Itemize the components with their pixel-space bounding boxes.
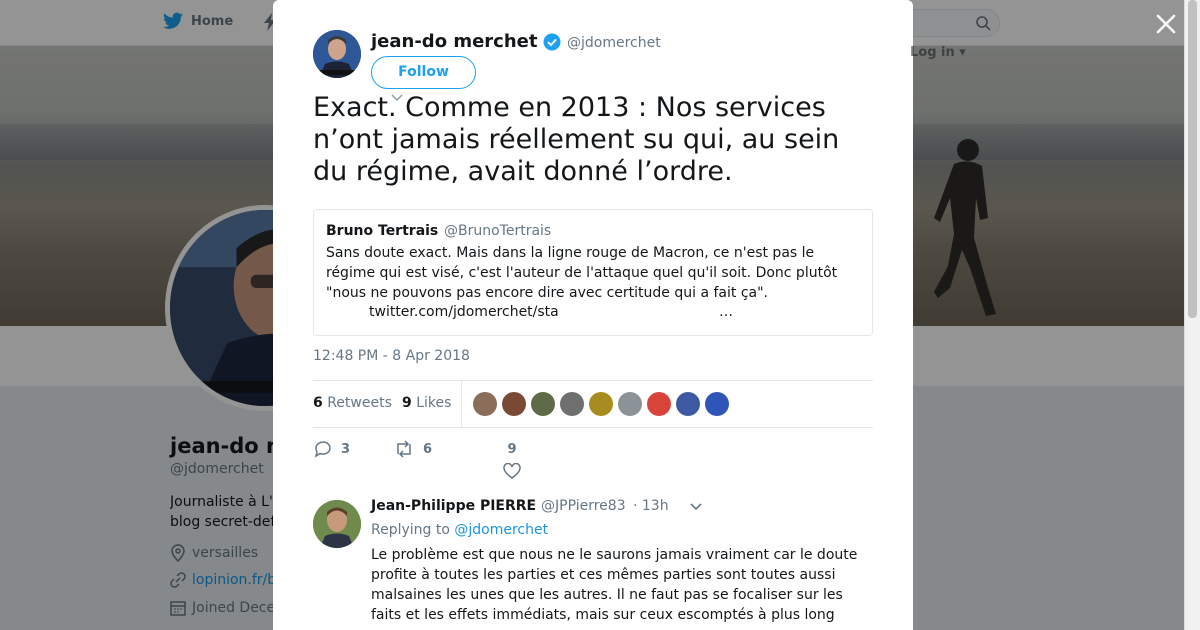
author-name[interactable]: jean-do merchet <box>371 31 561 52</box>
reply-author-photo <box>313 500 361 548</box>
tweet-stats: 6 Retweets 9 Likes <box>313 380 873 428</box>
quote-author-name: Bruno Tertrais <box>326 223 439 239</box>
tweet-timestamp[interactable]: 12:48 PM - 8 Apr 2018 <box>313 348 470 364</box>
liker-avatar[interactable] <box>473 392 497 416</box>
quote-text: Sans doute exact. Mais dans la ligne rou… <box>326 245 838 301</box>
heart-icon <box>503 463 521 479</box>
reply-author-avatar[interactable] <box>313 500 361 548</box>
liker-avatar[interactable] <box>502 392 526 416</box>
like-count: 9 <box>507 442 517 457</box>
login-label: Log in <box>910 45 955 60</box>
reply-icon <box>314 441 331 458</box>
likes-count: 9 <box>402 395 412 411</box>
liker-avatar[interactable] <box>647 392 671 416</box>
reply-action[interactable]: 3 <box>313 440 350 458</box>
retweets-stat[interactable]: 6 Retweets <box>313 395 392 411</box>
liker-avatar[interactable] <box>705 392 729 416</box>
page-scrollbar[interactable] <box>1184 0 1200 630</box>
replying-to-link[interactable]: @jdomerchet <box>454 522 548 538</box>
stats-divider <box>461 381 462 427</box>
like-action[interactable]: 9 <box>503 442 521 479</box>
likes-label: Likes <box>416 395 452 411</box>
chevron-down-icon[interactable] <box>689 502 703 512</box>
replying-prefix: Replying to <box>371 522 450 538</box>
login-link[interactable]: Log in ▾ <box>910 45 966 60</box>
author-avatar[interactable] <box>313 30 361 78</box>
verified-badge-icon <box>543 33 561 50</box>
quote-link[interactable]: twitter.com/jdomerchet/sta <box>369 304 559 320</box>
liker-avatar[interactable] <box>618 392 642 416</box>
liker-avatar[interactable] <box>676 392 700 416</box>
scrollbar-thumb[interactable] <box>1188 0 1197 318</box>
likes-stat[interactable]: 9 Likes <box>402 395 451 411</box>
author-handle[interactable]: @jdomerchet <box>567 35 661 51</box>
retweet-action[interactable]: 6 <box>393 440 432 458</box>
reply-author-name[interactable]: Jean-Philippe PIERRE <box>371 498 536 514</box>
retweet-count: 6 <box>423 441 433 457</box>
liker-avatar[interactable] <box>589 392 613 416</box>
reply-count: 3 <box>341 441 351 457</box>
retweet-icon <box>397 440 411 458</box>
author-photo <box>313 30 361 78</box>
reply-text: Le problème est que nous ne le saurons j… <box>371 547 858 623</box>
follow-button[interactable]: Follow <box>371 56 476 89</box>
tweet-text: Exact. Comme en 2013 : Nos services n’on… <box>313 92 840 187</box>
tweet-modal: jean-do merchet @jdomerchet Follow Exact… <box>273 0 913 630</box>
author-name-label: jean-do merchet <box>371 31 538 52</box>
reply-time[interactable]: · 13h <box>633 498 669 514</box>
liker-avatar[interactable] <box>560 392 584 416</box>
quoted-tweet[interactable]: Bruno Tertrais @BrunoTertrais Sans doute… <box>313 209 873 336</box>
retweets-label: Retweets <box>327 395 392 411</box>
liker-avatar[interactable] <box>531 392 555 416</box>
reply-author-handle[interactable]: @JPPierre83 <box>541 498 626 514</box>
replying-to: Replying to @jdomerchet <box>371 522 548 538</box>
retweets-count: 6 <box>313 395 323 411</box>
close-icon[interactable] <box>1152 10 1180 38</box>
quote-ellipsis: … <box>719 304 733 320</box>
quote-author-handle: @BrunoTertrais <box>444 223 552 239</box>
liker-avatars <box>473 392 729 416</box>
